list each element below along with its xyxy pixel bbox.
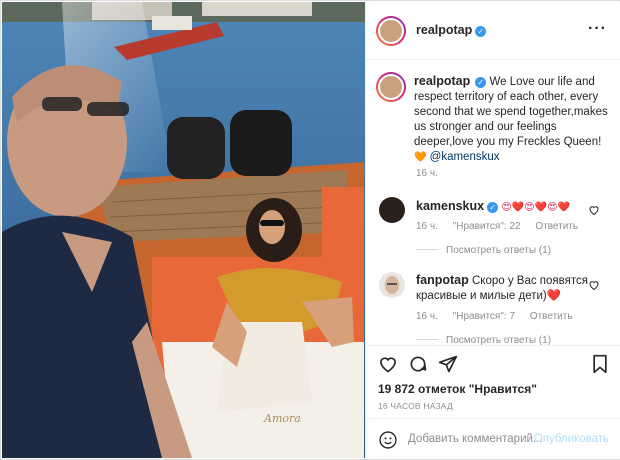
verified-badge-icon: ✓ [487, 202, 499, 213]
comment-likes-count[interactable]: "Нравится": 7 [453, 311, 515, 322]
caption-mention-link[interactable]: @kamenskux [430, 151, 500, 163]
heart-icon[interactable] [378, 354, 398, 374]
author-name-row: realpotap ✓ [416, 23, 487, 37]
comment-icon[interactable] [408, 354, 428, 374]
caption: realpotap ✓ We Love our life and respect … [414, 74, 610, 165]
bookmark-icon[interactable] [591, 354, 609, 374]
bald-face-icon [385, 276, 399, 294]
comments-list: realpotap ✓ We Love our life and respect … [366, 60, 620, 345]
comment-avatar-fanpotap[interactable] [379, 272, 405, 298]
towel-logo-text: Amora [264, 412, 301, 425]
likes-count[interactable]: 19 872 отметок "Нравится" [378, 382, 537, 396]
post-header: realpotap ✓ ··· [366, 2, 620, 60]
comment-time: 16 ч. [416, 311, 438, 322]
comment-username[interactable]: kamenskux [416, 199, 484, 213]
replies-dash [416, 339, 438, 340]
view-replies[interactable]: Посмотреть ответы (1) [416, 335, 551, 345]
photo-illustration [2, 2, 365, 458]
verified-badge-icon: ✓ [475, 77, 487, 88]
comment-kamenskux: kamenskux ✓ 😍❤️😍❤️😍❤️ [416, 199, 596, 215]
comment-time: 16 ч. [416, 221, 438, 232]
caption-avatar[interactable] [376, 72, 406, 102]
comment-like-heart-icon[interactable] [588, 279, 600, 291]
author-avatar[interactable] [376, 16, 406, 46]
post-side-panel: realpotap ✓ ··· realpotap ✓ We Love our li… [365, 2, 620, 459]
replies-dash [416, 249, 438, 250]
view-replies-label[interactable]: Посмотреть ответы (1) [446, 245, 551, 256]
view-replies[interactable]: Посмотреть ответы (1) [416, 245, 551, 256]
comment-meta: 16 ч. "Нравится": 22 Ответить [416, 221, 590, 232]
comment-fanpotap: fanpotap Скоро у Вас появятся красивые и… [416, 273, 588, 304]
post-actions: 19 872 отметок "Нравится" 16 ЧАСОВ НАЗАД… [366, 345, 620, 459]
comment-reply-link[interactable]: Ответить [535, 221, 578, 232]
comment-reply-link[interactable]: Ответить [530, 311, 573, 322]
comment-text: 😍❤️😍❤️😍❤️ [501, 202, 570, 213]
author-username[interactable]: realpotap [416, 23, 472, 37]
orange-heart-emoji: 🧡 [414, 152, 427, 163]
publish-button[interactable]: Опубликовать [534, 433, 609, 445]
instagram-post-modal: Amora realpotap ✓ ··· realpotap ✓ We Love … [0, 0, 620, 460]
add-comment-input[interactable]: Добавить комментарий... [408, 433, 543, 445]
add-comment-bar: Добавить комментарий... Опубликовать [366, 418, 620, 460]
caption-time: 16 ч. [416, 168, 438, 179]
share-icon[interactable] [438, 354, 458, 374]
comment-likes-count[interactable]: "Нравится": 22 [453, 221, 521, 232]
view-replies-label[interactable]: Посмотреть ответы (1) [446, 335, 551, 345]
comment-meta: 16 ч. "Нравится": 7 Ответить [416, 311, 585, 322]
post-photo[interactable]: Amora [2, 2, 365, 458]
verified-badge-icon: ✓ [475, 26, 487, 37]
comment-username[interactable]: fanpotap [416, 273, 469, 287]
caption-username[interactable]: realpotap [414, 74, 470, 88]
smiley-icon[interactable] [378, 430, 398, 450]
post-time-ago[interactable]: 16 ЧАСОВ НАЗАД [378, 401, 453, 411]
more-dots-icon[interactable]: ··· [588, 20, 607, 38]
comment-avatar-kamenskux[interactable] [379, 197, 405, 223]
comment-like-heart-icon[interactable] [588, 204, 600, 216]
